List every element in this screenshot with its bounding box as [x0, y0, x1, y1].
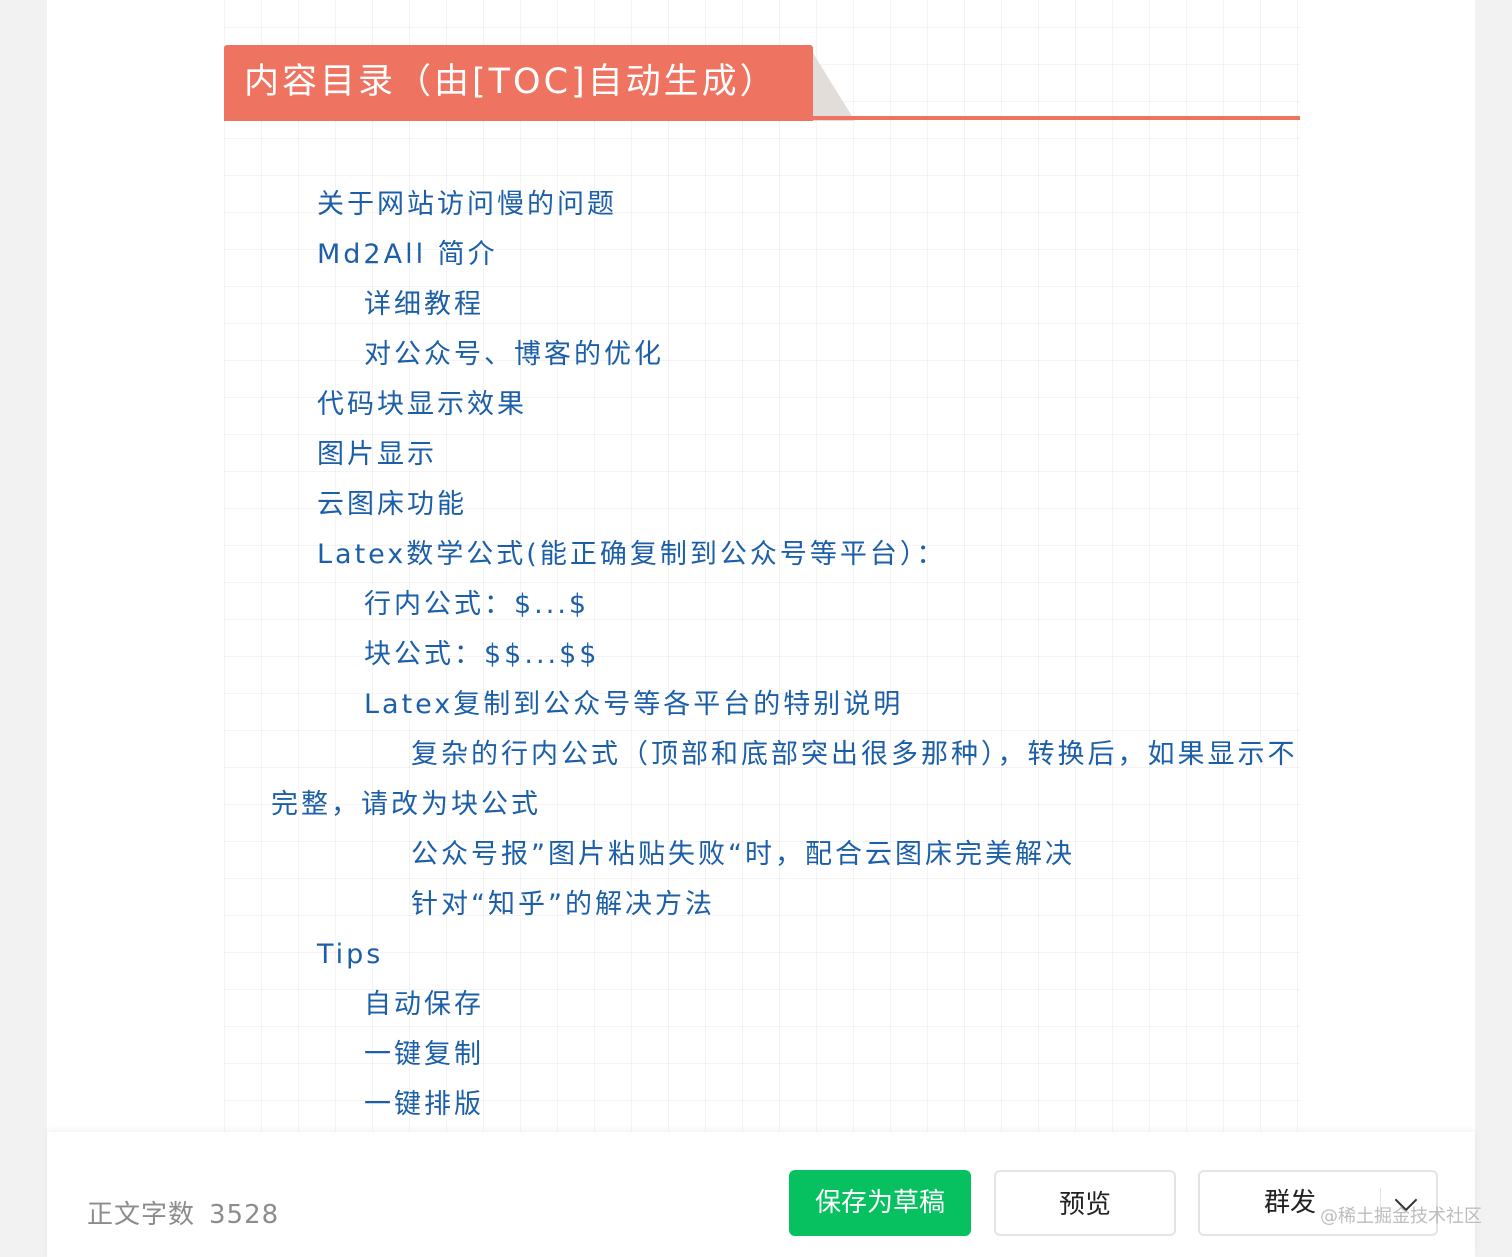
article-editor[interactable]: 内容目录（由[TOC]自动生成） 关于网站访问慢的问题 Md2All 简介 详细… — [224, 0, 1300, 1132]
save-draft-label: 保存为草稿 — [814, 1188, 945, 1218]
toc-title-box: 内容目录（由[TOC]自动生成） — [224, 45, 813, 121]
toc-item[interactable]: Tips — [317, 930, 383, 980]
word-count: 正文字数 3528 — [87, 1194, 279, 1231]
toc-item[interactable]: 一键复制 — [364, 1030, 484, 1080]
toc-title: 内容目录（由[TOC]自动生成） — [244, 62, 778, 102]
toc-title-rule — [813, 116, 1300, 120]
toc-item[interactable]: Md2All 简介 — [317, 230, 498, 280]
toc-item[interactable]: 复杂的行内公式（顶部和底部突出很多那种），转换后，如果显示不完整，请改为块公式 — [271, 730, 1300, 830]
toc-item[interactable]: 代码块显示效果 — [317, 380, 527, 430]
save-draft-button[interactable]: 保存为草稿 — [789, 1170, 971, 1236]
toc-item[interactable]: 行内公式：$...$ — [364, 580, 589, 630]
toc-item[interactable]: 对公众号、博客的优化 — [364, 330, 664, 380]
toc-item[interactable]: Latex复制到公众号等各平台的特别说明 — [364, 680, 903, 730]
toc-item[interactable]: 公众号报”图片粘贴失败“时，配合云图床完美解决 — [411, 830, 1075, 880]
toc-item[interactable]: 关于网站访问慢的问题 — [317, 180, 617, 230]
word-count-value: 3528 — [209, 1200, 280, 1230]
toc-item[interactable]: 详细教程 — [364, 280, 484, 330]
toc-item[interactable]: 针对“知乎”的解决方法 — [411, 880, 715, 930]
preview-label: 预览 — [1058, 1190, 1111, 1220]
toc-item[interactable]: 块公式：$$...$$ — [364, 630, 599, 680]
bottom-action-bar: 正文字数 3528 保存为草稿 预览 群发 — [47, 1132, 1475, 1257]
toc-title-fold — [813, 53, 855, 121]
word-count-label: 正文字数 — [87, 1200, 196, 1230]
mass-send-label: 群发 — [1264, 1188, 1317, 1218]
toc-item[interactable]: Latex数学公式(能正确复制到公众号等平台）： — [317, 530, 946, 580]
toc-item[interactable]: 自动保存 — [364, 980, 484, 1030]
watermark: @稀土掘金技术社区 — [1320, 1206, 1482, 1227]
toc-item[interactable]: 云图床功能 — [317, 480, 467, 530]
toc-header: 内容目录（由[TOC]自动生成） — [224, 45, 1300, 121]
toc-item[interactable]: 一键排版 — [364, 1080, 484, 1130]
toc-item[interactable]: 图片显示 — [317, 430, 437, 480]
preview-button[interactable]: 预览 — [994, 1170, 1176, 1236]
